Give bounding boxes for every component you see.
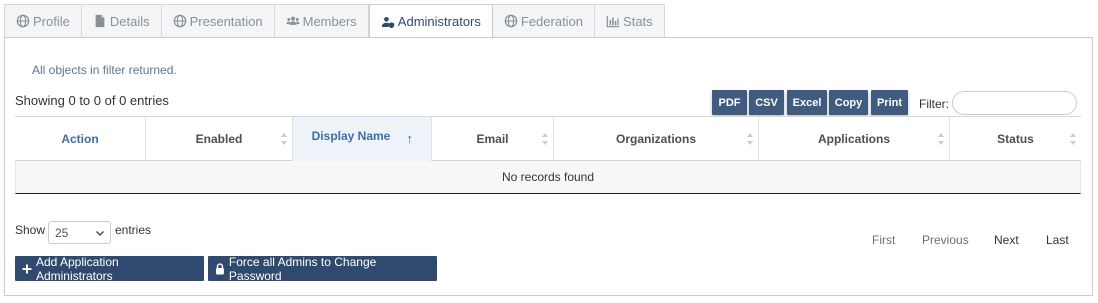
- column-label: Enabled: [195, 132, 243, 146]
- tab-label: Profile: [33, 13, 70, 29]
- tab-label: Administrators: [397, 14, 481, 29]
- globe-icon: [16, 14, 30, 28]
- globe-icon: [504, 14, 518, 28]
- filter-message: All objects in filter returned.: [32, 63, 177, 77]
- copy-button[interactable]: Copy: [829, 90, 868, 115]
- pagination-last[interactable]: Last: [1046, 233, 1069, 247]
- administrators-table: Action Enabled Display Name ↑ Email Orga…: [15, 116, 1081, 194]
- column-organizations[interactable]: Organizations: [554, 117, 759, 161]
- button-label: Add Application Administrators: [35, 254, 119, 283]
- users-icon: [285, 14, 300, 28]
- sort-icon: [746, 132, 754, 146]
- tab-label: Details: [109, 13, 150, 29]
- table-header: Action Enabled Display Name ↑ Email Orga…: [15, 116, 1081, 161]
- bar-chart-icon: [606, 14, 620, 28]
- tab-bar: Profile Details Presentation Members Adm…: [4, 4, 665, 38]
- pagination-previous[interactable]: Previous: [922, 233, 969, 247]
- globe-icon: [173, 14, 187, 28]
- tab-label: Members: [302, 13, 357, 29]
- chevron-down-icon: [96, 231, 104, 236]
- column-label: Applications: [817, 132, 890, 146]
- table-info: Showing 0 to 0 of 0 entries: [15, 93, 169, 108]
- length-show-label: Show: [15, 223, 46, 237]
- excel-button[interactable]: Excel: [787, 90, 827, 115]
- column-label: Display Name: [311, 129, 391, 143]
- sort-icon: [1069, 132, 1077, 146]
- tab-members[interactable]: Members: [274, 4, 369, 37]
- document-icon: [93, 14, 107, 28]
- page-length-select[interactable]: 25: [48, 221, 111, 244]
- column-applications[interactable]: Applications: [759, 117, 950, 161]
- filter-input[interactable]: [952, 91, 1077, 115]
- plus-icon: [22, 264, 32, 273]
- csv-button[interactable]: CSV: [749, 90, 784, 115]
- column-enabled[interactable]: Enabled: [146, 117, 293, 161]
- tab-stats[interactable]: Stats: [595, 4, 665, 37]
- column-label: Email: [476, 132, 509, 146]
- column-label: Organizations: [615, 132, 696, 146]
- pagination-first[interactable]: First: [872, 233, 895, 247]
- length-entries-label: entries: [115, 223, 152, 237]
- tab-profile[interactable]: Profile: [4, 4, 82, 37]
- column-status[interactable]: Status: [950, 117, 1081, 161]
- force-password-change-button[interactable]: Force all Admins to Change Password: [208, 254, 437, 283]
- sort-icon: [541, 132, 549, 146]
- tab-label: Federation: [520, 13, 584, 29]
- column-action[interactable]: Action: [15, 117, 146, 161]
- pagination-next[interactable]: Next: [994, 233, 1019, 247]
- column-label: Status: [997, 132, 1034, 146]
- tab-federation[interactable]: Federation: [492, 4, 596, 37]
- pdf-button[interactable]: PDF: [712, 90, 747, 115]
- tab-administrators[interactable]: Administrators: [368, 4, 493, 38]
- column-display-name[interactable]: Display Name ↑: [293, 117, 432, 161]
- sort-icon: [280, 132, 288, 146]
- sort-ascending-icon: ↑: [406, 131, 414, 146]
- column-email[interactable]: Email: [432, 117, 554, 161]
- tab-label: Stats: [623, 13, 653, 29]
- tab-presentation[interactable]: Presentation: [161, 4, 275, 37]
- button-label: Force all Admins to Change Password: [228, 254, 377, 283]
- tab-details[interactable]: Details: [81, 4, 162, 37]
- filter-label: Filter:: [919, 97, 949, 111]
- column-label: Action: [61, 132, 99, 146]
- page-length-value: 25: [55, 225, 69, 240]
- tab-label: Presentation: [189, 13, 263, 29]
- add-application-administrators-button[interactable]: Add Application Administrators: [15, 254, 204, 283]
- empty-table-row: No records found: [15, 161, 1081, 194]
- lock-icon: [215, 262, 224, 274]
- print-button[interactable]: Print: [871, 90, 908, 115]
- user-shield-icon: [381, 15, 395, 29]
- sort-icon: [937, 132, 945, 146]
